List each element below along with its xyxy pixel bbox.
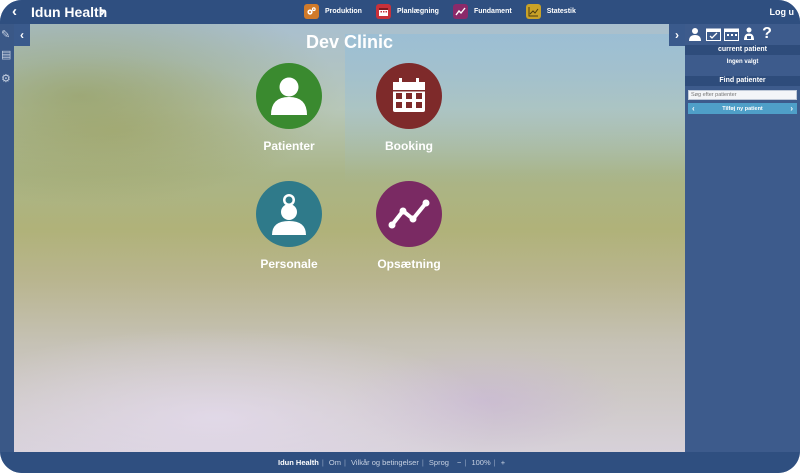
- tile-label: Personale: [260, 257, 318, 271]
- tile-booking[interactable]: Booking: [359, 63, 459, 153]
- module-label: Statestik: [546, 8, 576, 15]
- module-label: Fundament: [473, 8, 512, 15]
- calendar-icon: [375, 4, 391, 19]
- brand-title[interactable]: Idun Health: [31, 4, 107, 20]
- chevron-right-icon: ›: [790, 104, 793, 113]
- module-planlaegning[interactable]: Planlægning: [375, 4, 439, 19]
- pin-icon[interactable]: ✎: [1, 28, 10, 41]
- back-icon[interactable]: ‹: [12, 3, 17, 20]
- zoom-in-button[interactable]: +: [501, 458, 505, 467]
- person-icon: [256, 63, 322, 129]
- tile-patienter[interactable]: Patienter: [239, 63, 339, 153]
- tile-label: Opsætning: [377, 257, 441, 271]
- staff-icon: [256, 181, 322, 247]
- main-area: ‹ › Dev Clinic Patienter Booking Persona…: [14, 24, 685, 452]
- right-panel: ? current patient Ingen valgt Find patie…: [685, 24, 800, 452]
- book-icon[interactable]: ▤: [1, 48, 11, 61]
- gears-icon: [304, 4, 319, 19]
- module-nav: Produktion Planlægning Fundament Statest…: [304, 4, 590, 19]
- current-patient-header: current patient: [685, 45, 800, 55]
- trend-icon: [452, 4, 468, 19]
- footer-language-link[interactable]: Sprog: [429, 458, 449, 467]
- gear-icon[interactable]: ⚙: [1, 72, 11, 85]
- chart-icon: [525, 4, 541, 19]
- calendar-check-icon[interactable]: [705, 26, 721, 42]
- logout-link[interactable]: Log u: [770, 7, 795, 17]
- help-icon[interactable]: ?: [759, 25, 775, 42]
- current-patient-value: Ingen valgt: [726, 59, 759, 65]
- footer-about-link[interactable]: Om: [329, 458, 341, 467]
- staff-group-icon[interactable]: [741, 26, 757, 42]
- footer-brand[interactable]: Idun Health: [278, 458, 319, 467]
- patient-search-input[interactable]: [688, 90, 797, 100]
- module-produktion[interactable]: Produktion: [304, 4, 362, 19]
- module-label: Produktion: [325, 8, 362, 15]
- chevron-left-icon: ‹: [692, 104, 695, 113]
- panel-toolbar: ?: [685, 24, 800, 44]
- module-label: Planlægning: [396, 8, 439, 15]
- add-patient-label: Tilføj ny patient: [722, 105, 763, 112]
- zoom-level: 100%: [471, 458, 491, 467]
- tile-opsaetning[interactable]: Opsætning: [359, 181, 459, 271]
- left-toolbar: ✎ ▤ ⚙: [0, 24, 14, 452]
- add-patient-button[interactable]: ‹ Tilføj ny patient ›: [688, 103, 797, 114]
- tile-personale[interactable]: Personale: [239, 181, 339, 271]
- tile-label: Booking: [385, 139, 433, 153]
- person-icon[interactable]: [687, 26, 703, 42]
- chevron-right-icon[interactable]: ›: [100, 3, 105, 20]
- footer-terms-link[interactable]: Vilkår og betingelser: [351, 458, 419, 467]
- app-window: ‹ Idun Health › Produktion Planlægning F: [0, 0, 800, 473]
- zoom-out-button[interactable]: −: [457, 458, 461, 467]
- calendar-icon: [376, 63, 442, 129]
- module-fundament[interactable]: Fundament: [452, 4, 512, 19]
- top-bar: ‹ Idun Health › Produktion Planlægning F: [0, 0, 800, 24]
- find-patients-header: Find patienter: [685, 76, 800, 86]
- module-statestik[interactable]: Statestik: [525, 4, 576, 19]
- footer-bar: Idun Health | Om | Vilkår og betingelser | …: [0, 452, 800, 473]
- calendar-icon[interactable]: [723, 26, 739, 42]
- clinic-title: Dev Clinic: [305, 32, 394, 52]
- tile-label: Patienter: [263, 139, 315, 153]
- trend-icon: [376, 181, 442, 247]
- footer-links: Idun Health | Om | Vilkår og betingelser | …: [278, 458, 506, 467]
